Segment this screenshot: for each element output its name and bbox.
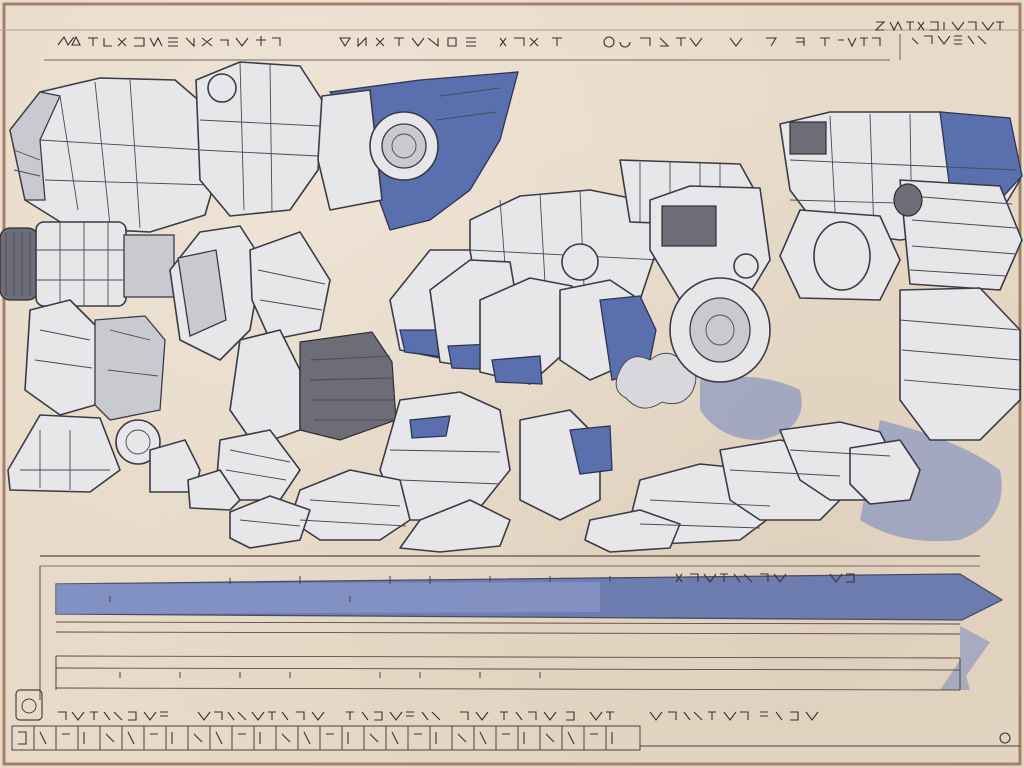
concept-art-canvas [0,2,1024,766]
concept-art-sheet [0,0,1024,768]
stamp-icon [15,689,43,721]
spec-panel [11,555,1020,751]
header-scribbles [44,20,1004,61]
